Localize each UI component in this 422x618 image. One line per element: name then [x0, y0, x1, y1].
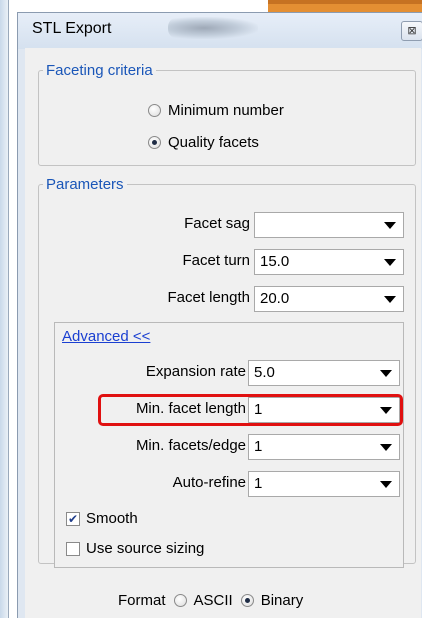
close-icon: ⊠: [407, 25, 417, 37]
format-row: Format ASCII Binary: [118, 592, 303, 609]
radio-quality-facets-label: Quality facets: [168, 134, 259, 151]
advanced-toggle-link[interactable]: Advanced <<: [62, 328, 150, 345]
auto-refine-label: Auto-refine: [172, 474, 246, 491]
chevron-down-icon: [384, 222, 396, 229]
radio-quality-facets[interactable]: Quality facets: [148, 134, 259, 151]
expansion-rate-value: 5.0: [254, 364, 275, 381]
radio-binary-button[interactable]: [240, 594, 254, 607]
min-facets-edge-value: 1: [254, 438, 263, 455]
radio-quality-facets-button[interactable]: [148, 136, 161, 149]
title-bar-blur: [168, 17, 258, 39]
faceting-criteria-legend: Faceting criteria: [46, 62, 153, 79]
min-facets-edge-label: Min. facets/edge: [135, 437, 246, 454]
background-orange-edge: [268, 0, 422, 4]
facet-length-value: 20.0: [260, 290, 290, 307]
use-source-sizing-checkbox[interactable]: [66, 541, 80, 556]
chevron-down-icon: [384, 296, 396, 303]
chevron-down-icon: [384, 259, 396, 266]
facet-sag-label: Facet sag: [184, 215, 250, 232]
facet-length-label: Facet length: [167, 289, 250, 306]
use-source-sizing-label: Use source sizing: [86, 540, 205, 557]
chevron-down-icon: [380, 444, 392, 451]
expansion-rate-combo[interactable]: 5.0: [248, 360, 400, 386]
smooth-label: Smooth: [86, 510, 138, 527]
radio-minimum-number-label: Minimum number: [168, 102, 284, 119]
radio-ascii-label: ASCII: [193, 592, 233, 609]
parameters-legend: Parameters: [46, 176, 124, 193]
title-bar[interactable]: STL Export ⊠: [18, 13, 422, 49]
radio-minimum-number[interactable]: Minimum number: [148, 102, 284, 119]
close-button[interactable]: ⊠: [401, 21, 422, 41]
chevron-down-icon: [380, 370, 392, 377]
facet-sag-combo[interactable]: [254, 212, 404, 238]
background-window-border: [8, 0, 9, 618]
auto-refine-combo[interactable]: 1: [248, 471, 400, 497]
radio-ascii-button[interactable]: [173, 594, 187, 607]
use-source-sizing-row[interactable]: Use source sizing: [66, 540, 204, 557]
auto-refine-value: 1: [254, 475, 263, 492]
smooth-checkbox-row[interactable]: ✔ Smooth: [66, 510, 138, 527]
facet-turn-value: 15.0: [260, 253, 290, 270]
highlight-outline: [98, 394, 403, 426]
facet-turn-combo[interactable]: 15.0: [254, 249, 404, 275]
facet-length-combo[interactable]: 20.0: [254, 286, 404, 312]
dialog-title: STL Export: [32, 20, 112, 37]
chevron-down-icon: [380, 481, 392, 488]
facet-turn-label: Facet turn: [182, 252, 250, 269]
min-facets-edge-combo[interactable]: 1: [248, 434, 400, 460]
expansion-rate-label: Expansion rate: [145, 363, 246, 380]
smooth-checkbox[interactable]: ✔: [66, 511, 80, 526]
radio-minimum-number-button[interactable]: [148, 104, 161, 117]
radio-binary-label: Binary: [260, 592, 304, 609]
format-label: Format: [118, 592, 166, 609]
